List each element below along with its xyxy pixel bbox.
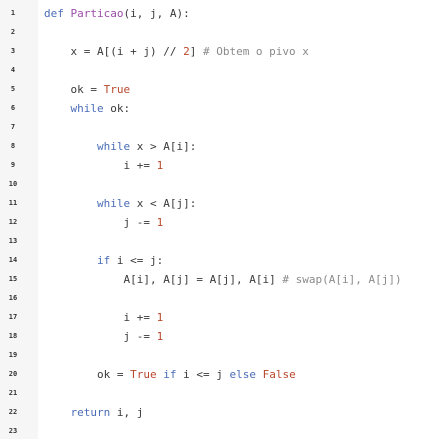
code-line[interactable]: 22 return i, j	[0, 403, 432, 422]
code-line[interactable]: 9 i += 1	[0, 156, 432, 175]
code-line[interactable]: 5 ok = True	[0, 80, 432, 99]
line-number: 3	[10, 47, 16, 55]
code-text: i += 1	[44, 308, 163, 327]
code-token: True	[130, 368, 157, 381]
code-line[interactable]: 11 while x < A[j]:	[0, 194, 432, 213]
code-text: while ok:	[44, 99, 130, 118]
code-text: x = A[(i + j) // 2] # Obtem o pivo x	[44, 42, 309, 61]
code-token: while	[44, 102, 111, 115]
code-token: (i, j, A):	[123, 7, 190, 20]
line-number: 22	[8, 408, 18, 416]
code-token: 1	[156, 311, 164, 324]
code-token: j -=	[44, 330, 157, 343]
code-line[interactable]: 2	[0, 23, 432, 42]
line-number: 1	[10, 9, 16, 17]
code-line[interactable]: 18 j -= 1	[0, 327, 432, 346]
code-line[interactable]: 15 A[i], A[j] = A[j], A[i] # swap(A[i], …	[0, 270, 432, 289]
code-token: x > A[i]:	[136, 140, 197, 153]
code-text: def Particao(i, j, A):	[44, 4, 190, 23]
code-text: i += 1	[44, 156, 163, 175]
code-token: 1	[156, 216, 164, 229]
code-text: A[i], A[j] = A[j], A[i] # swap(A[i], A[j…	[44, 270, 402, 289]
code-token: j -=	[44, 216, 157, 229]
line-number: 19	[8, 351, 18, 359]
code-token: A[i], A[j] = A[j], A[i]	[44, 273, 283, 286]
line-number: 21	[8, 389, 18, 397]
code-token: # Obtem o pivo x	[202, 45, 309, 58]
code-token: # swap(A[i], A[j])	[282, 273, 402, 286]
code-line[interactable]: 16	[0, 289, 432, 308]
code-token: def	[44, 7, 71, 20]
code-token: ]	[189, 45, 203, 58]
line-number: 9	[10, 161, 16, 169]
code-line[interactable]: 20 ok = True if i <= j else False	[0, 365, 432, 384]
line-number: 16	[8, 294, 18, 302]
code-token: ok:	[110, 102, 131, 115]
line-number: 12	[8, 218, 18, 226]
line-number: 8	[10, 142, 16, 150]
line-number: 15	[8, 275, 18, 283]
code-line[interactable]: 7	[0, 118, 432, 137]
code-token: i +=	[44, 311, 157, 324]
code-line[interactable]: 19	[0, 346, 432, 365]
line-number: 18	[8, 332, 18, 340]
code-text: j -= 1	[44, 327, 163, 346]
code-line[interactable]: 13	[0, 232, 432, 251]
code-line[interactable]: 4	[0, 61, 432, 80]
code-line[interactable]: 21	[0, 384, 432, 403]
code-token: ok =	[44, 368, 131, 381]
line-number: 23	[8, 427, 18, 435]
code-token: while	[44, 197, 137, 210]
code-line[interactable]: 23	[0, 422, 432, 441]
code-line[interactable]: 10	[0, 175, 432, 194]
code-token: ok =	[44, 83, 104, 96]
line-number: 13	[8, 237, 18, 245]
code-token: i +=	[44, 159, 157, 172]
code-line[interactable]: 12 j -= 1	[0, 213, 432, 232]
code-text: return i, j	[44, 403, 143, 422]
line-number: 20	[8, 370, 18, 378]
line-number: 2	[10, 28, 16, 36]
code-token: 1	[156, 159, 164, 172]
code-token: return	[44, 406, 117, 419]
line-number: 4	[10, 66, 16, 74]
line-number: 10	[8, 180, 18, 188]
code-editor[interactable]: 1 def Particao(i, j, A): 2 3 x = A[(i + j) …	[0, 0, 432, 439]
code-token: x = A[(i + j) //	[44, 45, 184, 58]
line-number: 11	[8, 199, 18, 207]
code-line[interactable]: 17 i += 1	[0, 308, 432, 327]
code-line[interactable]: 14 if i <= j:	[0, 251, 432, 270]
code-token: if	[44, 254, 117, 267]
line-number: 14	[8, 256, 18, 264]
code-token: 1	[156, 330, 164, 343]
line-number: 6	[10, 104, 16, 112]
code-token: 2	[183, 45, 190, 58]
code-text: j -= 1	[44, 213, 163, 232]
line-number: 5	[10, 85, 16, 93]
code-text: while x > A[i]:	[44, 137, 196, 156]
code-line[interactable]: 6 while ok:	[0, 99, 432, 118]
code-token: True	[103, 83, 131, 96]
code-token: x < A[j]:	[136, 197, 197, 210]
code-token: i <= j	[183, 368, 230, 381]
code-text: ok = True	[44, 80, 130, 99]
code-token: i, j	[116, 406, 144, 419]
code-token: False	[262, 368, 296, 381]
code-token: i <= j:	[116, 254, 164, 267]
code-token: while	[44, 140, 137, 153]
code-text: ok = True if i <= j else False	[44, 365, 296, 384]
line-number: 7	[10, 123, 16, 131]
code-text: if i <= j:	[44, 251, 163, 270]
code-line[interactable]: 8 while x > A[i]:	[0, 137, 432, 156]
code-token: Particao	[70, 7, 124, 20]
line-number: 17	[8, 313, 18, 321]
code-token: if	[156, 368, 184, 381]
code-line[interactable]: 1 def Particao(i, j, A):	[0, 4, 432, 23]
code-text: while x < A[j]:	[44, 194, 196, 213]
code-token: else	[229, 368, 263, 381]
code-line[interactable]: 3 x = A[(i + j) // 2] # Obtem o pivo x	[0, 42, 432, 61]
